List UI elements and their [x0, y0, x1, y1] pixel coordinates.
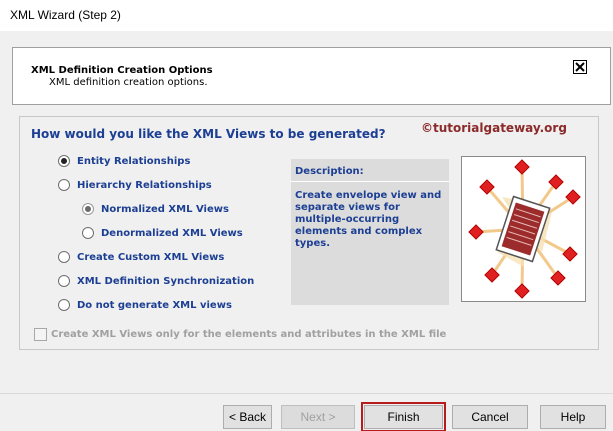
checkbox-label: Create XML Views only for the elements a… [51, 328, 447, 340]
next-button[interactable]: Next > [281, 405, 355, 429]
radio-button[interactable] [82, 203, 94, 215]
option-denormalized-xml-views[interactable]: Denormalized XML Views [82, 225, 243, 241]
option-entity-relationships[interactable]: Entity Relationships [58, 153, 190, 169]
finish-button[interactable]: Finish [361, 402, 446, 431]
radio-button[interactable] [82, 227, 94, 239]
radio-button[interactable] [58, 299, 70, 311]
watermark: ©tutorialgateway.org [421, 121, 567, 135]
radio-button[interactable] [58, 179, 70, 191]
description-text: Create envelope view and separate views … [295, 190, 442, 249]
option-label: Hierarchy Relationships [77, 179, 212, 191]
step-header: XML Definition Creation Options XML defi… [12, 47, 611, 105]
xml-elements-only-checkbox-row[interactable]: Create XML Views only for the elements a… [34, 327, 446, 341]
divider [291, 181, 449, 182]
footer-divider [0, 393, 613, 394]
step-title: XML Definition Creation Options [31, 65, 213, 76]
description-heading: Description: [295, 166, 364, 177]
option-hierarchy-relationships[interactable]: Hierarchy Relationships [58, 177, 212, 193]
option-label: XML Definition Synchronization [77, 275, 255, 287]
back-button[interactable]: < Back [223, 405, 272, 429]
option-label: Entity Relationships [77, 155, 191, 167]
option-label: Denormalized XML Views [101, 227, 243, 239]
xml-elements-only-checkbox[interactable] [34, 327, 47, 341]
close-box-icon [573, 60, 587, 74]
option-do-not-generate[interactable]: Do not generate XML views [58, 297, 232, 313]
radio-button[interactable] [58, 155, 70, 167]
cancel-button[interactable]: Cancel [452, 405, 528, 429]
option-label: Create Custom XML Views [77, 251, 225, 263]
option-normalized-xml-views[interactable]: Normalized XML Views [82, 201, 229, 217]
option-create-custom-xml-views[interactable]: Create Custom XML Views [58, 249, 224, 265]
step-subtitle: XML definition creation options. [49, 77, 208, 88]
help-button[interactable]: Help [540, 405, 606, 429]
description-box: Description: Create envelope view and se… [291, 159, 449, 305]
option-label: Do not generate XML views [77, 299, 232, 311]
radio-button[interactable] [58, 275, 70, 287]
title-bar: XML Wizard (Step 2) [0, 0, 613, 31]
option-xml-definition-synchronization[interactable]: XML Definition Synchronization [58, 273, 254, 289]
option-label: Normalized XML Views [101, 203, 229, 215]
window-title: XML Wizard (Step 2) [10, 8, 121, 22]
document-network-icon [461, 156, 586, 302]
radio-button[interactable] [58, 251, 70, 263]
question-heading: How would you like the XML Views to be g… [31, 127, 386, 141]
